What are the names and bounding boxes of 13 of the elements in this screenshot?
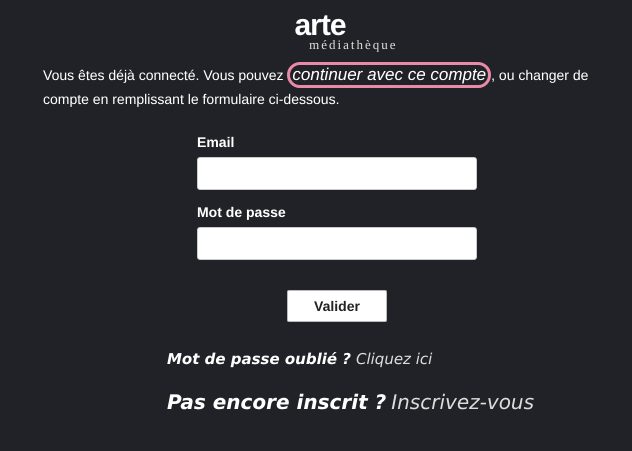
field-label: Mot de passe	[197, 204, 287, 220]
link[interactable]: Inscrivez-vous	[391, 386, 534, 416]
submit-button[interactable]: Valider	[287, 290, 387, 322]
logo-subtitle: médiathèque	[309, 38, 398, 52]
logo-wordmark: arte	[294, 14, 346, 38]
notice-text: Vous êtes déjà connecté. Vous pouvez continuer avec ce compte , ou changer de compte en remplissant le formulaire ci-dessous.	[43, 62, 589, 110]
link[interactable]: Cliquez ici	[356, 348, 432, 370]
question-text: Mot de passe oublié ?	[167, 349, 351, 370]
input-field[interactable]	[197, 227, 477, 260]
continue-link[interactable]: continuer avec ce compte	[287, 62, 492, 88]
input-field[interactable]	[197, 157, 477, 190]
field-label: Email	[197, 134, 236, 150]
question-text: Pas encore inscrit ?	[167, 388, 386, 416]
